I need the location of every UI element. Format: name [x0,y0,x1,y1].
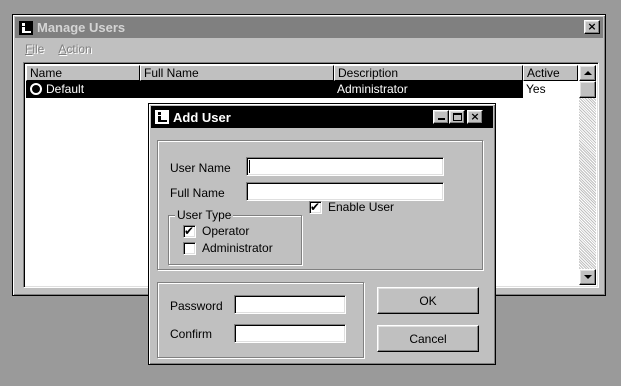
administrator-checkbox[interactable] [183,241,196,255]
cell-full-name [140,81,334,98]
menu-bar: File Action [25,42,92,56]
column-header-name[interactable]: Name [26,65,140,81]
manage-users-titlebar[interactable]: Manage Users × [15,17,603,38]
maximize-icon [452,113,462,121]
password-group: Password Confirm [157,282,364,358]
user-icon [30,83,42,95]
manage-users-title: Manage Users [37,20,126,35]
full-name-label: Full Name [170,186,225,200]
scroll-thumb[interactable] [579,81,596,98]
column-header-active[interactable]: Active [523,65,578,81]
table-row[interactable]: Default Administrator Yes [26,81,578,98]
minimize-button[interactable] [433,110,449,124]
password-label: Password [170,299,223,313]
add-user-title: Add User [173,109,231,125]
vertical-scrollbar[interactable] [579,65,596,285]
add-user-titlebar[interactable]: Add User × [151,106,493,128]
enable-user-checkbox[interactable] [309,200,322,214]
maximize-button[interactable] [449,110,465,124]
user-name-label: User Name [170,161,231,175]
window-controls: × [433,110,483,124]
column-header-description[interactable]: Description [334,65,523,81]
app-icon [19,20,33,35]
arrow-down-icon [583,275,592,279]
ok-button[interactable]: OK [377,287,479,314]
user-type-label: User Type [175,208,234,222]
operator-option[interactable]: Operator [183,224,249,238]
column-header-full-name[interactable]: Full Name [140,65,334,81]
full-name-input[interactable] [246,182,444,201]
close-icon[interactable]: × [584,20,600,34]
scroll-up-button[interactable] [579,65,596,81]
password-input[interactable] [234,295,346,314]
confirm-password-input[interactable] [234,324,346,343]
cell-active: Yes [523,81,578,98]
menu-action[interactable]: Action [58,42,91,56]
cell-name: Default [26,81,140,98]
operator-checkbox[interactable] [183,224,196,238]
cell-description: Administrator [337,82,408,96]
app-icon [155,110,169,124]
arrow-up-icon [583,71,592,75]
text-caret [249,160,250,173]
administrator-option[interactable]: Administrator [183,241,273,255]
enable-user-label: Enable User [328,200,395,214]
menu-file[interactable]: File [25,42,44,56]
close-icon[interactable]: × [467,110,483,124]
operator-label: Operator [202,224,250,238]
list-header: Name Full Name Description Active [26,65,578,81]
administrator-label: Administrator [202,241,273,255]
enable-user-option[interactable]: Enable User [309,200,394,214]
user-type-group: User Type Operator Administrator [168,208,302,265]
user-name-input[interactable] [246,157,444,176]
confirm-label: Confirm [170,327,213,341]
cancel-button[interactable]: Cancel [377,325,479,352]
minimize-icon [437,118,445,120]
add-user-dialog: Add User × User Name Full Name User Type… [148,103,496,365]
scroll-down-button[interactable] [579,269,596,285]
